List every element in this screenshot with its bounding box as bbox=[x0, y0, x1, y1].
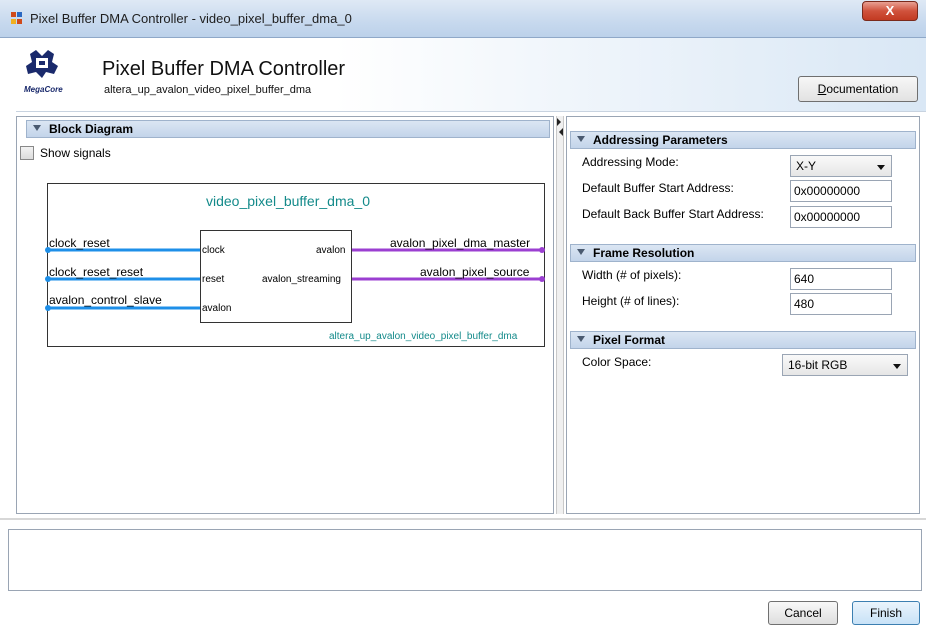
avalon-pixel-source-endpoint bbox=[539, 276, 545, 282]
interface-avalon-pixel-source: avalon_pixel_source bbox=[420, 265, 530, 279]
port-avalon-slave: avalon bbox=[202, 303, 232, 314]
height-input[interactable]: 480 bbox=[790, 293, 892, 315]
color-space-label: Color Space: bbox=[582, 355, 652, 369]
collapse-icon bbox=[577, 336, 585, 342]
interface-clock-reset: clock_reset bbox=[49, 236, 110, 250]
panel-splitter[interactable] bbox=[556, 116, 564, 514]
width-label: Width (# of pixels): bbox=[582, 268, 682, 282]
finish-button[interactable]: Finish bbox=[852, 601, 920, 625]
addressing-mode-label: Addressing Mode: bbox=[582, 155, 679, 169]
buffer-start-address-input[interactable]: 0x00000000 bbox=[790, 180, 892, 202]
buffer-start-label: Default Buffer Start Address: bbox=[582, 181, 734, 195]
frame-resolution-header[interactable]: Frame Resolution bbox=[570, 244, 916, 262]
port-clock: clock bbox=[202, 245, 225, 256]
divider bbox=[0, 518, 926, 520]
chevron-down-icon bbox=[893, 364, 901, 369]
port-reset: reset bbox=[202, 274, 225, 285]
interface-avalon-pixel-dma-master: avalon_pixel_dma_master bbox=[390, 236, 531, 250]
back-buffer-start-label: Default Back Buffer Start Address: bbox=[582, 207, 764, 221]
expand-right-icon[interactable] bbox=[559, 128, 563, 136]
cancel-button[interactable]: Cancel bbox=[768, 601, 838, 625]
addressing-mode-select[interactable]: X-Y bbox=[790, 155, 892, 177]
component-name: altera_up_avalon_video_pixel_buffer_dma bbox=[329, 331, 518, 342]
instance-name: video_pixel_buffer_dma_0 bbox=[206, 193, 370, 209]
chevron-down-icon bbox=[877, 165, 885, 170]
port-avalon-streaming: avalon_streaming bbox=[262, 274, 341, 285]
height-label: Height (# of lines): bbox=[582, 294, 680, 308]
color-space-select[interactable]: 16-bit RGB bbox=[782, 354, 908, 376]
addressing-parameters-header[interactable]: Addressing Parameters bbox=[570, 131, 916, 149]
message-area bbox=[8, 529, 922, 591]
interface-avalon-control-slave: avalon_control_slave bbox=[49, 293, 162, 307]
port-avalon-master: avalon bbox=[316, 245, 346, 256]
collapse-icon bbox=[577, 249, 585, 255]
collapse-icon bbox=[577, 136, 585, 142]
expand-left-icon[interactable] bbox=[557, 118, 561, 126]
back-buffer-start-address-input[interactable]: 0x00000000 bbox=[790, 206, 892, 228]
avalon-pixel-dma-master-endpoint bbox=[539, 247, 545, 253]
width-input[interactable]: 640 bbox=[790, 268, 892, 290]
interface-clock-reset-reset: clock_reset_reset bbox=[49, 265, 144, 279]
pixel-format-header[interactable]: Pixel Format bbox=[570, 331, 916, 349]
